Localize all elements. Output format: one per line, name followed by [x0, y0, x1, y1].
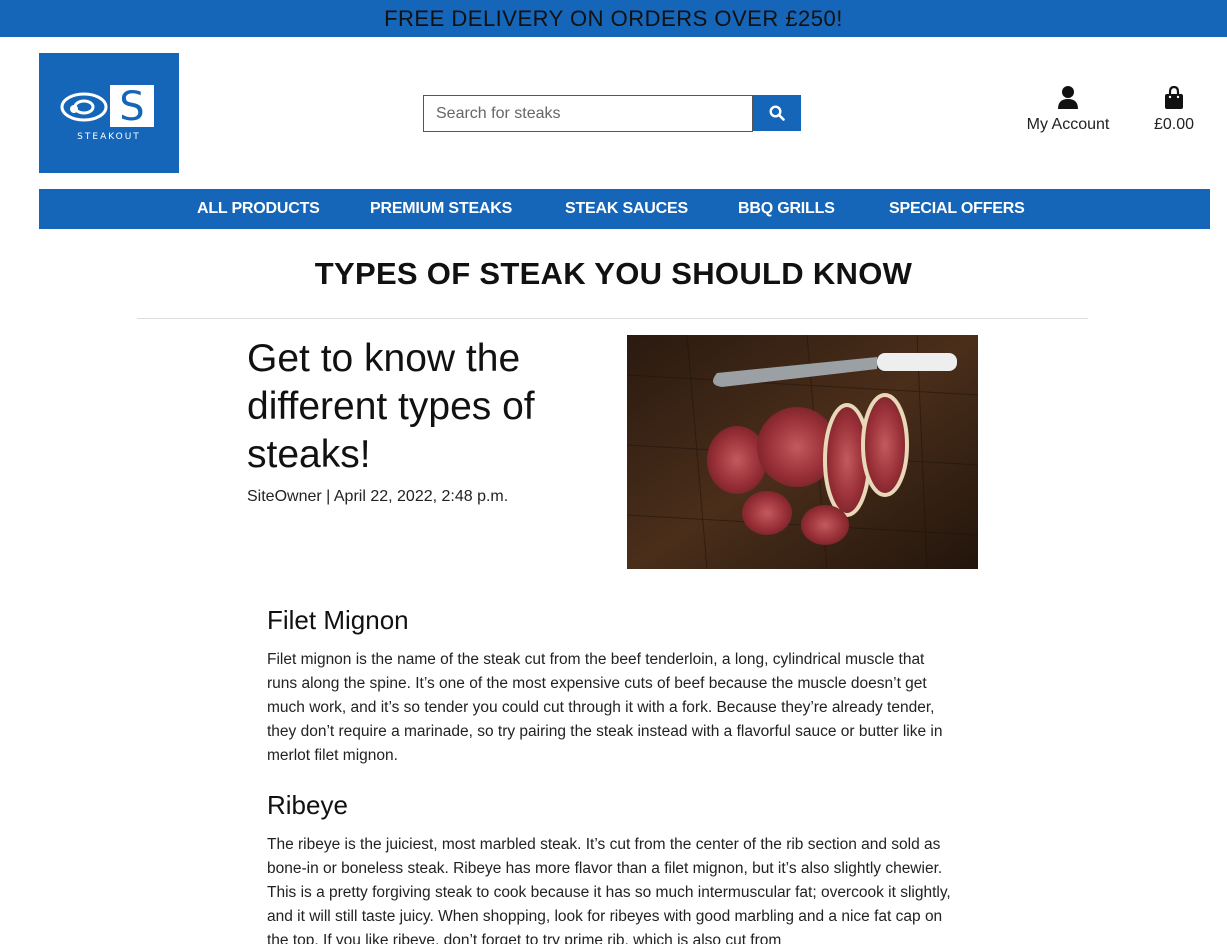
nav-special-offers[interactable]: SPECIAL OFFERS	[889, 200, 1025, 218]
steakout-logo-icon: S STEAKOUT	[60, 84, 154, 142]
post-byline: SiteOwner | April 22, 2022, 2:48 p.m.	[247, 488, 508, 506]
logo-letter: S	[119, 84, 144, 130]
section-ribeye: Ribeye The ribeye is the juiciest, most …	[267, 790, 957, 944]
steak-hero-image	[626, 334, 979, 570]
delivery-banner: FREE DELIVERY ON ORDERS OVER £250!	[0, 0, 1227, 37]
post-date: April 22, 2022, 2:48 p.m.	[333, 488, 509, 505]
byline-separator: |	[326, 488, 331, 505]
section-title: Ribeye	[267, 790, 348, 820]
user-icon	[1058, 86, 1078, 109]
page-title: TYPES OF STEAK YOU SHOULD KNOW	[314, 256, 913, 291]
section-body: Filet mignon is the name of the steak cu…	[267, 651, 943, 764]
delivery-banner-text: FREE DELIVERY ON ORDERS OVER £250!	[384, 5, 843, 31]
search-icon	[769, 105, 785, 121]
my-account-label: My Account	[1026, 116, 1110, 133]
search-input[interactable]	[423, 95, 753, 132]
steaks-on-board-image	[626, 334, 979, 570]
section-body: The ribeye is the juiciest, most marbled…	[267, 836, 951, 944]
section-filet-mignon: Filet Mignon Filet mignon is the name of…	[267, 605, 957, 768]
shopping-bag-icon	[1165, 86, 1183, 109]
section-title: Filet Mignon	[267, 605, 409, 635]
site-logo[interactable]: S STEAKOUT	[39, 53, 179, 173]
shopping-bag-link[interactable]: £0.00	[1146, 86, 1202, 134]
post-heading: Get to know the different types of steak…	[247, 337, 535, 476]
my-account-link[interactable]: My Account	[1022, 86, 1114, 134]
search-button[interactable]	[753, 95, 801, 131]
bag-total: £0.00	[1153, 116, 1195, 133]
main-navigation: ALL PRODUCTS PREMIUM STEAKS STEAK SAUCES…	[39, 189, 1210, 229]
nav-premium-steaks[interactable]: PREMIUM STEAKS	[370, 200, 512, 218]
search-bar	[423, 95, 801, 132]
title-divider	[137, 318, 1088, 319]
nav-steak-sauces[interactable]: STEAK SAUCES	[565, 200, 688, 218]
post-author: SiteOwner	[247, 488, 322, 505]
logo-wordmark: STEAKOUT	[77, 132, 141, 142]
nav-bbq-grills[interactable]: BBQ GRILLS	[738, 200, 835, 218]
nav-all-products[interactable]: ALL PRODUCTS	[197, 200, 320, 218]
